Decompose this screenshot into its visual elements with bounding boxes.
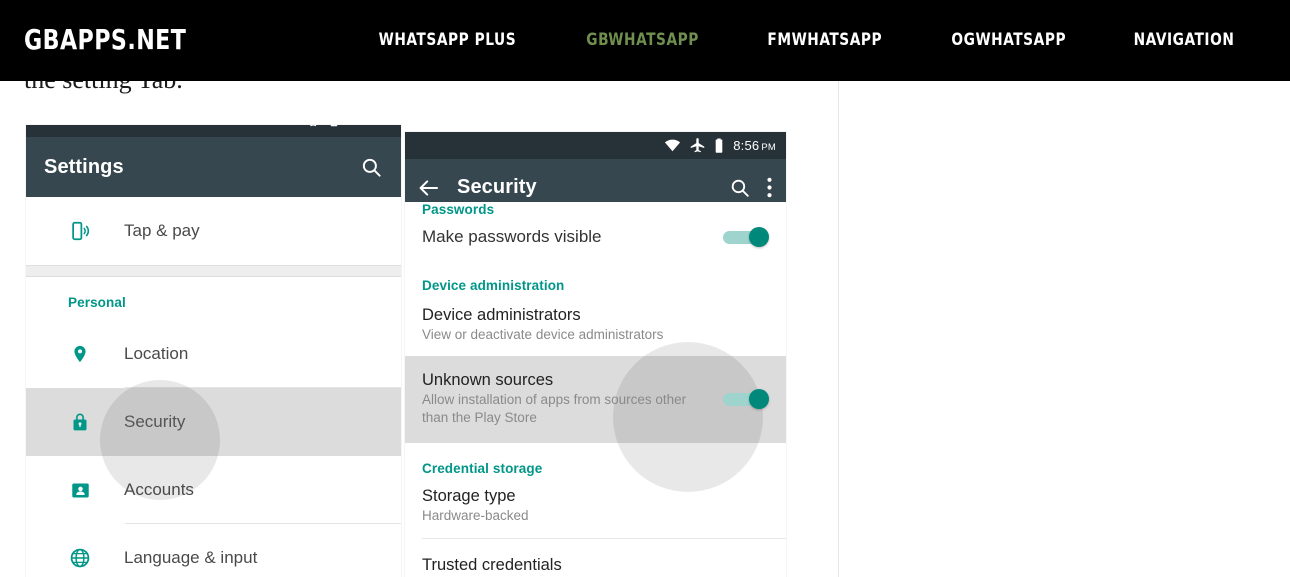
security-row-subtitle: Hardware-backed	[422, 508, 529, 523]
security-row-title: Trusted credentials	[422, 556, 562, 574]
account-icon	[68, 480, 92, 501]
security-row-trusted-credentials[interactable]: Trusted credentials	[405, 539, 786, 577]
security-row-title: Device administrators	[422, 306, 581, 324]
nfc-tap-and-pay-icon	[68, 220, 92, 242]
settings-row-label: Location	[124, 344, 189, 363]
settings-section-divider	[26, 265, 401, 277]
security-row-title: Storage type	[422, 487, 516, 505]
security-list: Passwords Make passwords visible Device …	[405, 202, 786, 577]
security-row-unknown-sources[interactable]: Unknown sources Allow installation of ap…	[405, 342, 786, 492]
settings-row-label: Security	[124, 412, 186, 431]
site-logo[interactable]: GBAPPS.NET	[24, 23, 186, 57]
settings-row-accounts[interactable]: Accounts	[26, 456, 401, 524]
nav-item-ogwhatsapp[interactable]: OGWHATSAPP	[926, 29, 1091, 51]
settings-row-label: Accounts	[124, 480, 194, 499]
lock-icon	[68, 411, 92, 433]
security-row-title: Unknown sources	[422, 371, 554, 389]
security-row-text-block: Unknown sources Allow installation of ap…	[422, 370, 723, 427]
screenshot-settings-list: 8:56PM Settings	[26, 125, 401, 577]
content-divider	[838, 81, 839, 577]
settings-section-header-personal: Personal	[68, 295, 126, 310]
make-passwords-visible-toggle[interactable]	[723, 227, 769, 247]
settings-title: Settings	[44, 155, 124, 178]
android-status-bar-left: 8:56PM	[26, 125, 401, 137]
status-bar-clock: 8:56PM	[348, 125, 391, 127]
status-bar-clock: 8:56PM	[733, 138, 776, 153]
settings-row-language-input[interactable]: Language & input	[26, 524, 401, 577]
security-row-title: Make passwords visible	[422, 227, 602, 246]
overflow-menu-icon[interactable]	[767, 177, 772, 198]
unknown-sources-toggle[interactable]	[723, 388, 769, 409]
security-row-subtitle: View or deactivate device administrators	[422, 327, 664, 342]
security-row-make-passwords-visible[interactable]: Make passwords visible	[405, 216, 786, 260]
security-row-storage-type[interactable]: Storage type Hardware-backed	[405, 478, 786, 539]
security-title: Security	[457, 176, 537, 198]
security-section-header-credential-storage: Credential storage	[422, 461, 543, 476]
settings-app-bar: Settings	[26, 137, 401, 197]
security-row-device-administrators[interactable]: Device administrators View or deactivate…	[405, 295, 786, 356]
settings-row-label: Language & input	[124, 548, 258, 567]
nav-item-fmwhatsapp[interactable]: FMWHATSAPP	[742, 29, 907, 51]
nav-item-navigation[interactable]: NAVIGATION	[1108, 29, 1259, 51]
wifi-icon	[289, 125, 290, 126]
settings-row-tap-and-pay[interactable]: Tap & pay	[26, 197, 401, 265]
airplane-mode-icon	[690, 138, 705, 153]
toggle-thumb	[749, 388, 769, 409]
settings-row-security[interactable]: Security	[26, 380, 401, 500]
security-row-subtitle: Allow installation of apps from sources …	[422, 392, 687, 425]
settings-row-location[interactable]: Location	[26, 320, 401, 388]
search-icon[interactable]	[360, 156, 383, 179]
security-section-header-device-administration: Device administration	[422, 278, 565, 293]
nav-item-whatsapp-plus[interactable]: WHATSAPP PLUS	[353, 29, 541, 51]
settings-row-label: Tap & pay	[124, 221, 200, 240]
android-status-bar-right: 8:56 PM	[405, 132, 786, 159]
wifi-icon	[665, 139, 681, 152]
nav-item-gbwhatsapp[interactable]: GBWHATSAPP	[561, 29, 724, 51]
toggle-thumb	[749, 227, 769, 247]
back-arrow-icon[interactable]	[417, 176, 441, 200]
globe-icon	[68, 547, 92, 569]
main-navigation: WHATSAPP PLUS GBWHATSAPP FMWHATSAPP OGWH…	[343, 29, 1268, 51]
battery-icon	[715, 138, 723, 153]
page-root: the setting Tab. GBAPPS.NET WHATSAPP PLU…	[0, 0, 1290, 577]
location-pin-icon	[68, 343, 92, 365]
battery-icon	[330, 125, 338, 127]
site-header: GBAPPS.NET WHATSAPP PLUS GBWHATSAPP FMWH…	[0, 0, 1290, 81]
airplane-mode-icon	[310, 125, 317, 126]
security-section-header-passwords: Passwords	[422, 202, 495, 216]
screenshot-security-detail: 8:56 PM Security Passwords Make password…	[405, 132, 786, 577]
settings-list: Tap & pay Personal Location Security Acc…	[26, 197, 401, 577]
search-icon[interactable]	[729, 177, 751, 199]
